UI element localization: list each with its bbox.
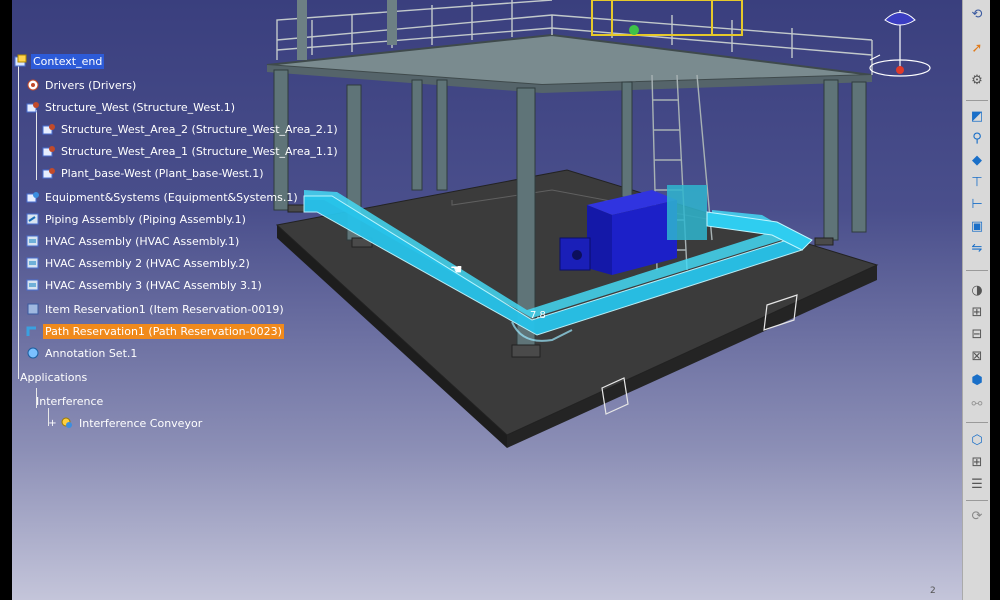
- tree-item-label: HVAC Assembly 3 (HVAC Assembly 3.1): [45, 278, 262, 292]
- tree-item-label: Interference Conveyor: [79, 416, 203, 430]
- link-icon[interactable]: ⬢: [967, 372, 987, 390]
- section-icon[interactable]: ⊟: [967, 326, 987, 344]
- tree-item-label: Item Reservation1 (Item Reservation-0019…: [45, 302, 284, 316]
- tree-item-label: Applications: [20, 370, 88, 384]
- tools-palette-icon[interactable]: ⬡: [967, 432, 987, 450]
- tree-node-path-reservation[interactable]: Path Reservation1 (Path Reservation-0023…: [26, 322, 284, 340]
- tree-node-hvac-assembly-3[interactable]: HVAC Assembly 3 (HVAC Assembly 3.1): [26, 276, 264, 294]
- clash-icon[interactable]: ⊠: [967, 348, 987, 366]
- tree-line: [18, 64, 19, 379]
- hvac-icon: [26, 278, 40, 292]
- tree-item-label: Path Reservation1 (Path Reservation-0023…: [43, 323, 284, 339]
- tree-item-label: HVAC Assembly (HVAC Assembly.1): [45, 234, 240, 248]
- equipment-motor-shaft: [572, 250, 582, 260]
- dimension-label: 7.8: [530, 310, 546, 321]
- catalog-icon[interactable]: ⚯: [967, 396, 987, 414]
- tree-item-label: Drivers (Drivers): [45, 78, 137, 92]
- tree-item-label: Annotation Set.1: [45, 346, 138, 360]
- hvac-icon: [26, 234, 40, 248]
- interference-icon: [60, 416, 74, 430]
- tree-node-structure-west[interactable]: Structure_West (Structure_West.1): [26, 98, 237, 116]
- path-reservation-icon: [26, 324, 40, 338]
- annotation-icon: [26, 346, 40, 360]
- tree-node-annotation-set[interactable]: Annotation Set.1: [26, 344, 139, 362]
- hide-show-icon[interactable]: ▣: [967, 218, 987, 236]
- toolbar-separator: [966, 100, 988, 101]
- normal-view-icon[interactable]: ◆: [967, 152, 987, 170]
- pan-icon[interactable]: ⚲: [967, 130, 987, 148]
- swap-icon[interactable]: ⇋: [967, 240, 987, 258]
- piping-icon: [26, 212, 40, 226]
- hvac-icon: [26, 256, 40, 270]
- toolbar-separator: [966, 500, 988, 501]
- assembly-icon: [26, 190, 40, 204]
- tree-node-interference[interactable]: Interference: [34, 392, 105, 410]
- measure-icon[interactable]: ⊞: [967, 304, 987, 322]
- refresh-icon[interactable]: ⟳: [967, 508, 987, 526]
- tree-item-label: Piping Assembly (Piping Assembly.1): [45, 212, 246, 226]
- item-reservation-icon: [26, 302, 40, 316]
- toolbar-separator: [966, 270, 988, 271]
- shading-icon[interactable]: ◑: [967, 282, 987, 300]
- assembly-icon: [26, 100, 40, 114]
- specification-tree[interactable]: Context_end Drivers (Drivers) Structure_…: [12, 48, 338, 448]
- grid-icon[interactable]: ⊞: [967, 454, 987, 472]
- tree-line: [36, 110, 37, 180]
- tree-item-label: Structure_West (Structure_West.1): [45, 100, 236, 114]
- rotate-icon[interactable]: ⚙: [967, 72, 987, 90]
- multi-view-icon[interactable]: ⊢: [967, 196, 987, 214]
- tree-node-structure-west-area-2[interactable]: Structure_West_Area_2 (Structure_West_Ar…: [42, 120, 340, 138]
- fly-mode-icon[interactable]: ⟲: [967, 6, 987, 24]
- select-icon[interactable]: ➚: [967, 40, 987, 58]
- tree-item-label: Structure_West_Area_1 (Structure_West_Ar…: [61, 144, 338, 158]
- 3d-viewport[interactable]: 7.8 ☚ Context_end Drivers (Drivers) Stru…: [12, 0, 962, 600]
- expand-icon[interactable]: +: [48, 418, 57, 428]
- tree-item-label: Equipment&Systems (Equipment&Systems.1): [45, 190, 298, 204]
- tree-node-plant-base-west[interactable]: Plant_base-West (Plant_base-West.1): [42, 164, 266, 182]
- fit-all-icon[interactable]: ◩: [967, 108, 987, 126]
- tree-node-applications[interactable]: Applications: [18, 368, 89, 386]
- assembly-icon: [42, 166, 56, 180]
- top-equipment-frame: [591, 0, 743, 36]
- right-toolbar: ⟲ ➚ ⚙ ◩ ⚲ ◆ ⊤ ⊢ ▣ ⇋ ◑ ⊞ ⊟ ⊠ ⬢ ⚯ ⬡ ⊞ ☰ ⟳: [962, 0, 991, 600]
- assembly-icon: [42, 122, 56, 136]
- equipment-cyan-box: [667, 185, 707, 240]
- page-indicator: 2: [930, 586, 936, 596]
- iso-view-icon[interactable]: ⊤: [967, 174, 987, 192]
- compass-icon[interactable]: [860, 0, 940, 90]
- tree-item-label: Interference: [36, 394, 104, 408]
- tree-node-root[interactable]: Context_end: [14, 52, 105, 70]
- product-icon: [14, 54, 28, 68]
- toolbar-separator: [966, 422, 988, 423]
- tree-node-item-reservation[interactable]: Item Reservation1 (Item Reservation-0019…: [26, 300, 286, 318]
- tree-node-interference-conveyor[interactable]: + Interference Conveyor: [48, 414, 204, 432]
- tree-node-equipment-systems[interactable]: Equipment&Systems (Equipment&Systems.1): [26, 188, 300, 206]
- tree-node-structure-west-area-1[interactable]: Structure_West_Area_1 (Structure_West_Ar…: [42, 142, 340, 160]
- drivers-icon: [26, 78, 40, 92]
- right-frame-border: [990, 0, 1000, 600]
- left-frame-border: [0, 0, 12, 600]
- hand-cursor-icon: ☚: [450, 262, 463, 278]
- tree-node-piping-assembly[interactable]: Piping Assembly (Piping Assembly.1): [26, 210, 248, 228]
- tree-node-hvac-assembly-2[interactable]: HVAC Assembly 2 (HVAC Assembly.2): [26, 254, 252, 272]
- assembly-icon: [42, 144, 56, 158]
- update-icon[interactable]: ☰: [967, 476, 987, 494]
- tree-item-label: Plant_base-West (Plant_base-West.1): [61, 166, 264, 180]
- tree-node-hvac-assembly[interactable]: HVAC Assembly (HVAC Assembly.1): [26, 232, 241, 250]
- top-equipment-indicator: [629, 25, 639, 35]
- tree-node-drivers[interactable]: Drivers (Drivers): [26, 76, 138, 94]
- equipment-unit-front: [587, 205, 612, 275]
- tree-item-label: Structure_West_Area_2 (Structure_West_Ar…: [61, 122, 338, 136]
- tree-item-label: HVAC Assembly 2 (HVAC Assembly.2): [45, 256, 250, 270]
- tree-root-label: Context_end: [31, 53, 105, 69]
